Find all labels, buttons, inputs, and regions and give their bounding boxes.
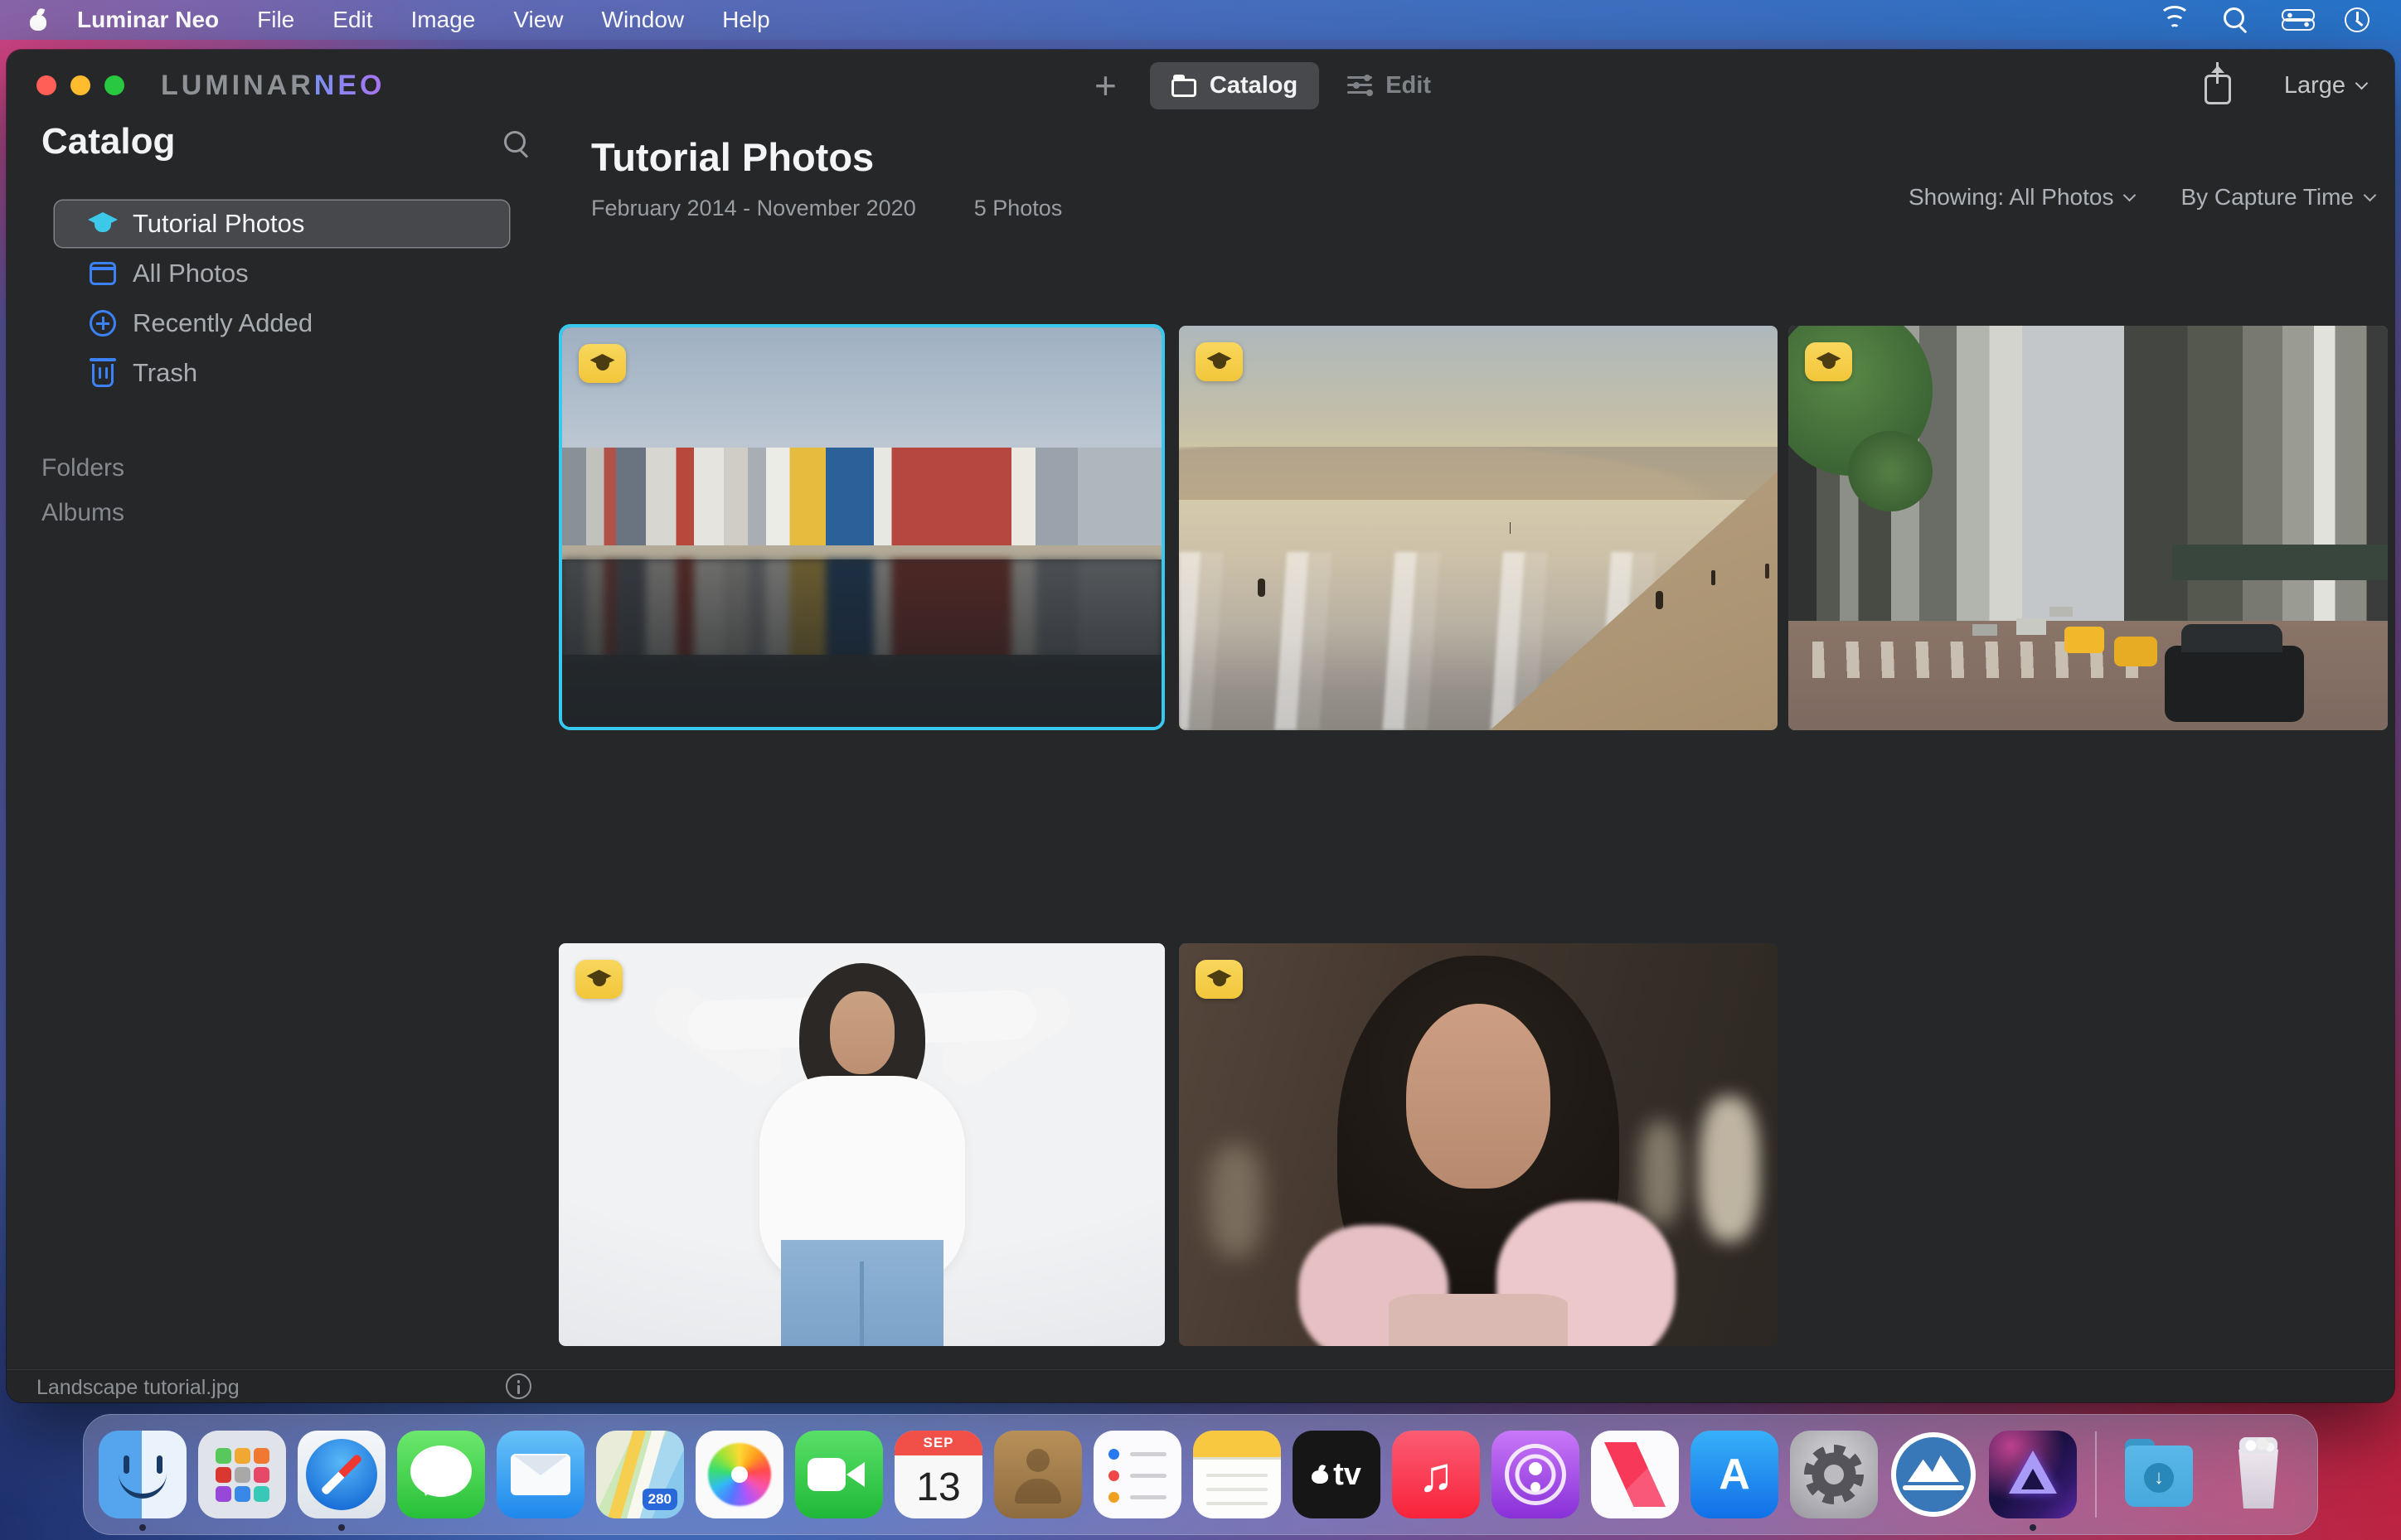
trash-icon [86, 358, 119, 387]
collection-meta: February 2014 - November 2020 5 Photos [591, 196, 1062, 221]
tutorial-badge-icon [1196, 960, 1243, 999]
chevron-down-icon [2363, 188, 2377, 201]
status-bar: Landscape tutorial.jpg [7, 1369, 2394, 1402]
menu-file[interactable]: File [238, 7, 313, 33]
sidebar-section-albums[interactable]: Albums [41, 499, 124, 527]
dock-divider [2095, 1431, 2097, 1518]
edit-tab[interactable]: Edit [1347, 72, 1431, 99]
dock-downloads-icon[interactable]: ↓ [2115, 1431, 2203, 1518]
photo-count: 5 Photos [973, 196, 1063, 220]
running-indicator [2030, 1524, 2036, 1531]
music-note-glyph: ♫ [1418, 1447, 1454, 1502]
running-indicator [139, 1524, 146, 1531]
menu-bar: Luminar Neo File Edit Image View Window … [0, 0, 2401, 40]
sidebar-item-recently-added[interactable]: Recently Added [55, 300, 509, 346]
sidebar-section-folders[interactable]: Folders [41, 454, 124, 482]
date-range: February 2014 - November 2020 [591, 196, 916, 220]
photo-city-street-taxis[interactable] [1788, 326, 2388, 730]
download-arrow-icon: ↓ [2144, 1463, 2174, 1493]
dock-finder-icon[interactable] [99, 1431, 187, 1531]
menu-help[interactable]: Help [703, 7, 789, 33]
photo-closeup-portrait-pink-ruffle[interactable] [1179, 943, 1778, 1346]
folder-icon [1171, 74, 1196, 97]
graduation-cap-icon [86, 212, 119, 235]
dock-news-icon[interactable] [1591, 1431, 1679, 1518]
dock-mail-icon[interactable] [497, 1431, 584, 1518]
menu-image[interactable]: Image [392, 7, 495, 33]
menu-window[interactable]: Window [583, 7, 704, 33]
dock-luminar-neo-icon[interactable] [1989, 1431, 2077, 1531]
dock: 280 SEP 13 tv ♫ A ↓ [83, 1414, 2318, 1535]
dock-music-icon[interactable]: ♫ [1392, 1431, 1480, 1518]
share-icon[interactable] [2204, 62, 2231, 104]
sliders-icon [1347, 75, 1373, 96]
luminar-neo-window: LUMINARNEO + Catalog Edit Large Catalog [7, 50, 2394, 1402]
photos-stack-icon [86, 262, 119, 285]
interstate-shield-label: 280 [642, 1489, 677, 1510]
control-center-icon[interactable] [2282, 9, 2315, 31]
search-icon[interactable] [504, 131, 531, 157]
dock-notes-icon[interactable] [1193, 1431, 1281, 1518]
apple-menu-icon[interactable] [28, 9, 48, 31]
menu-app-name[interactable]: Luminar Neo [58, 7, 238, 33]
dock-luminar-ai-icon[interactable] [1889, 1431, 1977, 1518]
dock-messages-icon[interactable] [397, 1431, 485, 1518]
close-window-button[interactable] [36, 75, 56, 95]
dock-photos-icon[interactable] [696, 1431, 783, 1518]
dock-appstore-icon[interactable]: A [1690, 1431, 1778, 1518]
menu-edit[interactable]: Edit [313, 7, 391, 33]
dock-appletv-icon[interactable]: tv [1293, 1431, 1380, 1518]
photo-studio-portrait-white-blouse[interactable] [559, 943, 1165, 1346]
dock-system-settings-icon[interactable] [1790, 1431, 1878, 1518]
plus-circle-icon [86, 310, 119, 337]
chevron-down-icon [2355, 76, 2369, 90]
catalog-tab[interactable]: Catalog [1149, 61, 1320, 109]
showing-filter-dropdown[interactable]: Showing: All Photos [1909, 184, 2137, 211]
dock-calendar-icon[interactable]: SEP 13 [895, 1431, 982, 1518]
tutorial-badge-icon [575, 960, 623, 999]
dock-launchpad-icon[interactable] [198, 1431, 286, 1518]
add-photos-button[interactable]: + [1089, 66, 1122, 104]
photo-beach-sunset[interactable] [1179, 326, 1778, 730]
dock-maps-icon[interactable]: 280 [596, 1431, 684, 1518]
sidebar-item-tutorial-photos[interactable]: Tutorial Photos [55, 201, 509, 247]
catalog-sidebar: Catalog Tutorial Photos All Photos Recen… [7, 121, 554, 1369]
dock-safari-icon[interactable] [298, 1431, 386, 1531]
spotlight-search-icon[interactable] [2224, 7, 2248, 32]
dock-reminders-icon[interactable] [1094, 1431, 1181, 1518]
calendar-day-label: 13 [916, 1465, 961, 1509]
tutorial-badge-icon [1805, 342, 1852, 381]
zoom-window-button[interactable] [104, 75, 124, 95]
luminar-neo-logo: LUMINAR NEO [161, 69, 386, 101]
calendar-month-label: SEP [895, 1431, 982, 1455]
window-titlebar: LUMINAR NEO + Catalog Edit Large [7, 50, 2394, 121]
thumbnail-size-dropdown[interactable]: Large [2284, 72, 2369, 99]
dock-contacts-icon[interactable] [994, 1431, 1082, 1518]
tutorial-badge-icon [579, 344, 626, 383]
sidebar-item-all-photos[interactable]: All Photos [55, 250, 509, 297]
sidebar-title: Catalog [41, 121, 176, 162]
clock-icon[interactable] [2345, 7, 2369, 32]
sidebar-item-trash[interactable]: Trash [55, 350, 509, 396]
photo-canal-houses[interactable] [559, 324, 1165, 730]
info-icon[interactable] [506, 1373, 531, 1399]
selected-filename: Landscape tutorial.jpg [36, 1376, 240, 1399]
dock-facetime-icon[interactable] [795, 1431, 883, 1518]
running-indicator [338, 1524, 345, 1531]
minimize-window-button[interactable] [70, 75, 90, 95]
tutorial-badge-icon [1196, 342, 1243, 381]
dock-podcasts-icon[interactable] [1492, 1431, 1579, 1518]
wifi-icon[interactable] [2159, 6, 2190, 31]
chevron-down-icon [2123, 188, 2137, 201]
menu-view[interactable]: View [494, 7, 582, 33]
sort-order-dropdown[interactable]: By Capture Time [2180, 184, 2377, 211]
apple-logo-icon [1312, 1465, 1329, 1484]
page-title: Tutorial Photos [591, 135, 875, 179]
dock-trash-icon[interactable] [2214, 1431, 2302, 1518]
